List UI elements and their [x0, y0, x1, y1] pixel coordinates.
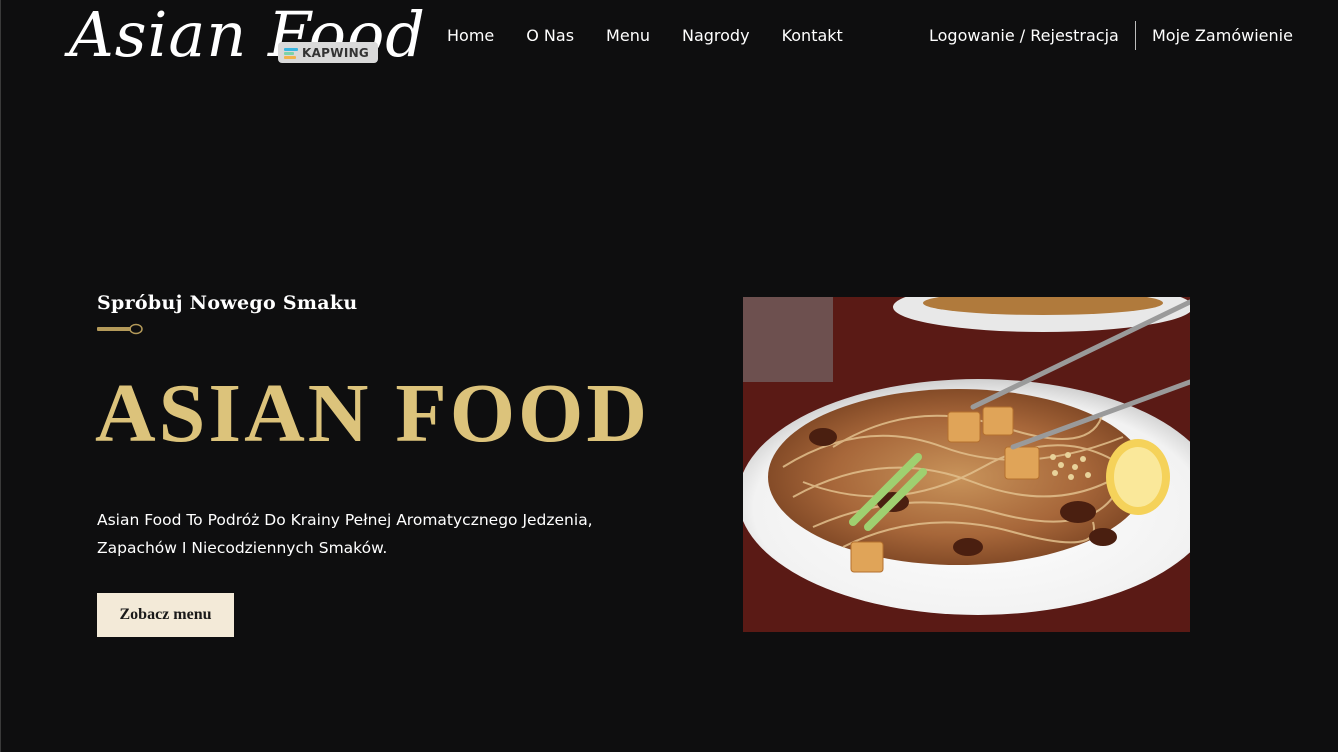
hero-title: ASIAN FOOD	[95, 367, 651, 460]
view-menu-button[interactable]: Zobacz menu	[97, 593, 234, 637]
nav-contact[interactable]: Kontakt	[782, 24, 843, 48]
spoon-icon	[97, 323, 143, 335]
noodle-dish-image	[743, 297, 1190, 632]
watermark-label: KAPWING	[302, 45, 370, 60]
login-register-link[interactable]: Logowanie / Rejestracja	[929, 24, 1119, 48]
nav-menu[interactable]: Menu	[606, 24, 650, 48]
kapwing-logo-icon	[284, 47, 298, 59]
kapwing-watermark: KAPWING	[278, 42, 378, 63]
nav-home[interactable]: Home	[447, 24, 494, 48]
main-nav: Home O Nas Menu Nagrody Kontakt	[447, 24, 843, 48]
nav-about[interactable]: O Nas	[526, 24, 574, 48]
nav-awards[interactable]: Nagrody	[682, 24, 750, 48]
hero-description: Asian Food To Podróż Do Krainy Pełnej Ar…	[97, 511, 593, 557]
header-divider	[1135, 21, 1136, 50]
hero-tagline: Spróbuj Nowego Smaku	[97, 292, 358, 314]
my-orders-link[interactable]: Moje Zamówienie	[1152, 24, 1293, 48]
